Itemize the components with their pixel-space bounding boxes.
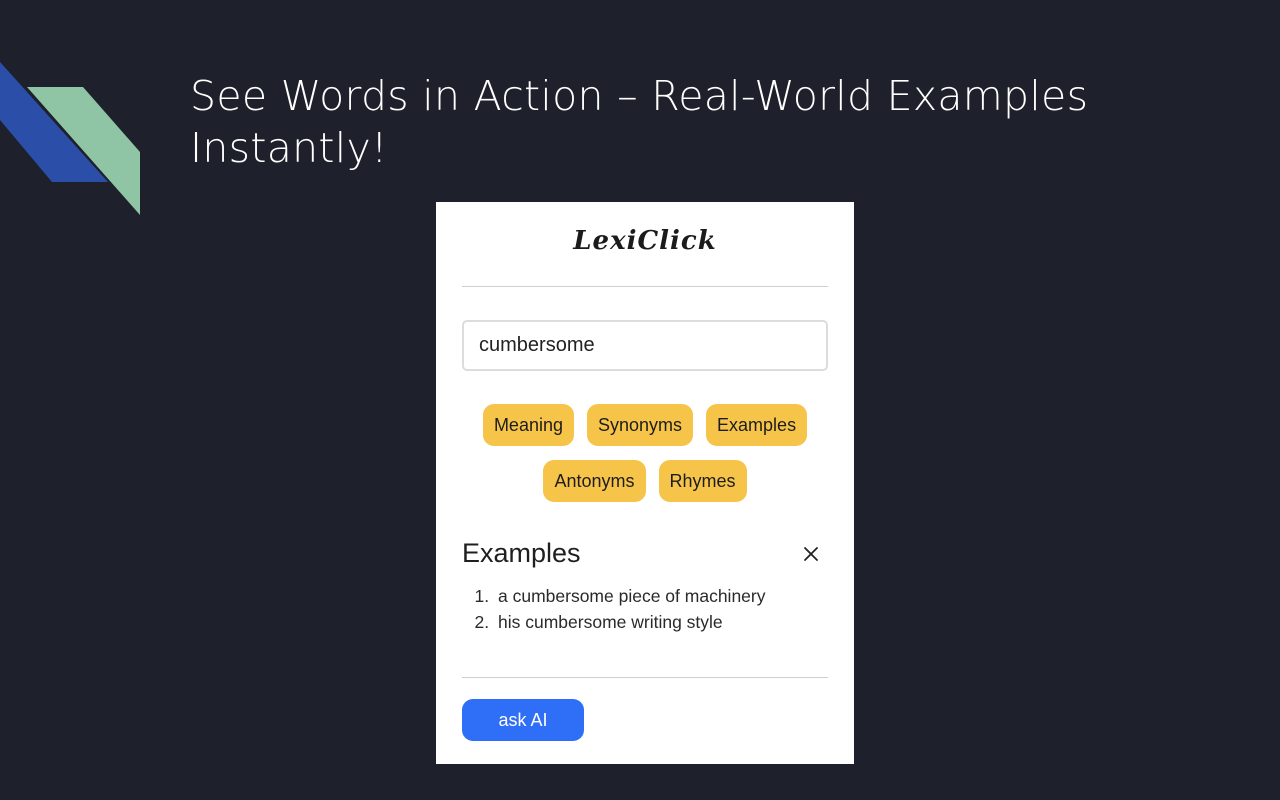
slide-decoration <box>0 62 140 215</box>
ask-ai-button[interactable]: ask AI <box>462 699 584 741</box>
lookup-buttons-row-1: Meaning Synonyms Examples <box>462 404 828 446</box>
examples-button[interactable]: Examples <box>706 404 808 446</box>
list-item: his cumbersome writing style <box>494 609 828 635</box>
close-result-button[interactable] <box>800 543 822 565</box>
close-icon <box>804 546 818 561</box>
footer-divider <box>462 677 828 678</box>
header-divider <box>462 286 828 287</box>
list-item: a cumbersome piece of machinery <box>494 583 828 609</box>
lookup-buttons-row-2: Antonyms Rhymes <box>462 460 828 502</box>
slide-headline: See Words in Action – Real-World Example… <box>190 72 1089 172</box>
meaning-button[interactable]: Meaning <box>482 404 574 446</box>
result-title: Examples <box>462 538 581 568</box>
word-input[interactable] <box>462 320 828 371</box>
extension-popup: LexiClick Meaning Synonyms Examples Anto… <box>436 202 854 764</box>
examples-list: a cumbersome piece of machinery his cumb… <box>462 583 828 635</box>
app-title: LexiClick <box>573 226 717 256</box>
rhymes-button[interactable]: Rhymes <box>658 460 747 502</box>
synonyms-button[interactable]: Synonyms <box>586 404 694 446</box>
result-header: Examples <box>462 538 828 569</box>
antonyms-button[interactable]: Antonyms <box>543 460 646 502</box>
